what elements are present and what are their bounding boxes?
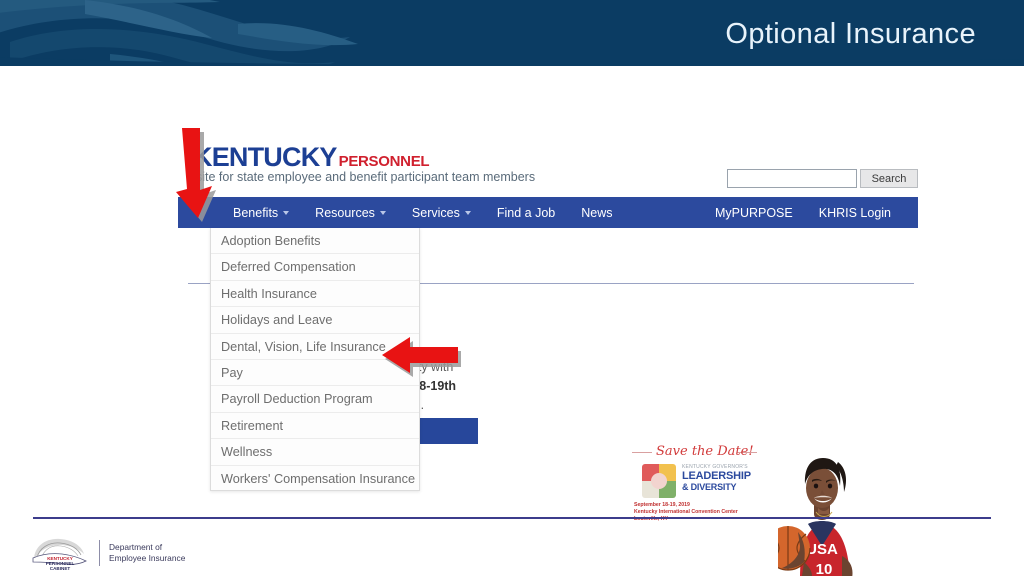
chevron-down-icon <box>283 210 290 215</box>
nav-item-services-label: Services <box>411 205 460 220</box>
nav-item-resources-label: Resources <box>315 205 375 220</box>
nav-item-khris-login-label: KHRIS Login <box>818 205 891 220</box>
promo-dash-left <box>632 452 652 453</box>
jersey-text: USA <box>806 541 838 558</box>
annotation-arrow-left <box>382 337 461 377</box>
banner-bottom-curve <box>0 57 1024 66</box>
footer-vertical-rule <box>99 540 100 566</box>
footer-dept-line2: Employee Insurance <box>109 553 186 563</box>
nav-item-resources[interactable]: Resources <box>302 206 399 220</box>
nav-item-find-a-job-label: Find a Job <box>496 205 556 220</box>
menu-item-health-insurance[interactable]: Health Insurance <box>211 281 419 308</box>
chevron-down-icon <box>379 210 386 215</box>
navbar-right-group: MyPURPOSE KHRIS Login <box>702 206 904 220</box>
chevron-down-icon <box>464 210 471 215</box>
nav-item-mypurpose[interactable]: MyPURPOSE <box>702 206 806 220</box>
nav-item-news[interactable]: News <box>568 206 625 220</box>
slide-canvas: Optional Insurance KENTUCKY PERSONNEL sit… <box>0 0 1024 576</box>
svg-text:CABINET: CABINET <box>50 566 71 571</box>
promo-title-line2: & DIVERSITY <box>682 482 737 492</box>
nav-item-benefits-label: Benefits <box>233 205 279 220</box>
logo-personnel-text: PERSONNEL <box>338 153 430 170</box>
promo-info-venue: Kentucky International Convention Center <box>634 509 738 515</box>
site-tagline: site for state employee and benefit part… <box>196 170 536 184</box>
menu-item-payroll-deduction-program[interactable]: Payroll Deduction Program <box>211 386 419 413</box>
promo-event-title: KENTUCKY GOVERNOR'S LEADERSHIP & DIVERSI… <box>682 464 767 492</box>
site-header: KENTUCKY PERSONNEL site for state employe… <box>178 140 918 192</box>
promo-graphic: Save the Date! KENTUCKY GOVERNOR'S LEADE… <box>626 438 771 533</box>
search-input[interactable] <box>727 169 857 188</box>
footer-dept-line1: Department of <box>109 542 163 552</box>
site-navbar: Benefits Resources Services Find a Job N… <box>178 197 918 228</box>
page-title: Optional Insurance <box>725 18 976 50</box>
nav-item-khris-login[interactable]: KHRIS Login <box>806 206 904 220</box>
kentucky-personnel-cabinet-seal: KENTUCKY PERSONNEL CABINET <box>32 538 87 571</box>
footer-branding: KENTUCKY PERSONNEL CABINET Department of… <box>30 533 290 573</box>
menu-item-retirement[interactable]: Retirement <box>211 413 419 440</box>
website-screenshot: KENTUCKY PERSONNEL site for state employe… <box>178 140 918 576</box>
footer-divider <box>33 517 991 519</box>
promo-logo-circle <box>651 473 667 489</box>
menu-item-adoption-benefits[interactable]: Adoption Benefits <box>211 228 419 255</box>
nav-item-mypurpose-label: MyPURPOSE <box>714 205 793 220</box>
menu-item-workers-compensation-insurance[interactable]: Workers' Compensation Insurance <box>211 466 419 490</box>
menu-item-deferred-compensation[interactable]: Deferred Compensation <box>211 254 419 281</box>
nav-item-news-label: News <box>581 205 613 220</box>
nav-item-services[interactable]: Services <box>399 206 484 220</box>
nav-item-find-a-job[interactable]: Find a Job <box>484 206 568 220</box>
slide-banner: Optional Insurance <box>0 0 1024 66</box>
content-cta-button[interactable] <box>418 418 478 444</box>
jersey-number: 10 <box>816 561 833 576</box>
footer-department-name: Department of Employee Insurance <box>109 542 185 564</box>
menu-item-wellness[interactable]: Wellness <box>211 439 419 466</box>
promo-title-line1: LEADERSHIP <box>682 470 751 482</box>
promo-save-the-date: Save the Date! <box>656 444 754 459</box>
search-button[interactable]: Search <box>860 169 918 188</box>
basketball-player-photo: USA 10 <box>778 428 866 576</box>
menu-item-holidays-and-leave[interactable]: Holidays and Leave <box>211 307 419 334</box>
promo-event-details: September 18-19, 2019 Kentucky Internati… <box>634 502 738 523</box>
annotation-arrow-down <box>176 128 216 222</box>
navbar-left-group: Benefits Resources Services Find a Job N… <box>220 205 626 220</box>
promo-info-date: September 18-19, 2019 <box>634 502 690 508</box>
site-search: Search <box>727 169 918 188</box>
